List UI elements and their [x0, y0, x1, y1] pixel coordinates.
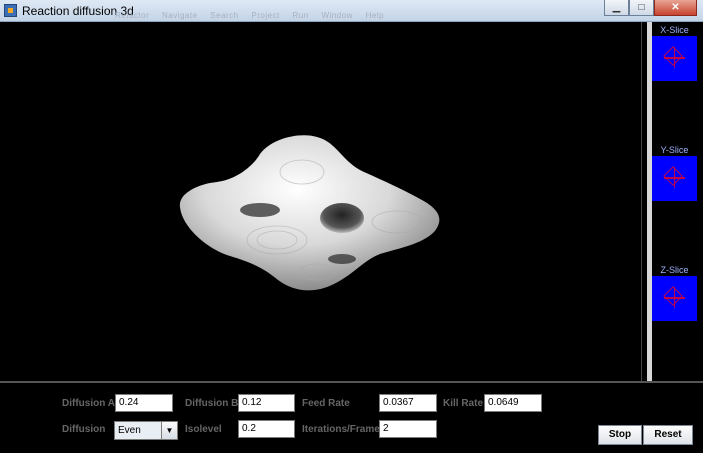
slice-marker-icon: [663, 286, 683, 306]
z-slice-label: Z-Slice: [660, 265, 689, 275]
diffusion-select[interactable]: Even ▼: [114, 421, 178, 440]
close-button[interactable]: ✕: [654, 0, 697, 16]
chevron-down-icon[interactable]: ▼: [161, 422, 177, 439]
diffusion-b-field[interactable]: 0.12: [238, 394, 295, 412]
x-slice-label: X-Slice: [660, 25, 689, 35]
surface-hole: [328, 254, 356, 264]
iterations-label: Iterations/Frame: [302, 424, 380, 435]
x-slice[interactable]: X-Slice: [652, 24, 697, 81]
isolevel-label: Isolevel: [185, 424, 222, 435]
title-bar: Reaction diffusion 3d Refactor Navigate …: [0, 0, 703, 22]
kill-rate-field[interactable]: 0.0649: [484, 394, 542, 412]
diffusion-label: Diffusion: [62, 424, 106, 435]
y-slice[interactable]: Y-Slice: [652, 144, 697, 201]
faint-menu-item: Project: [251, 11, 280, 20]
faint-menu-bar: Refactor Navigate Search Project Run Win…: [115, 11, 394, 20]
z-slice[interactable]: Z-Slice: [652, 264, 697, 321]
diffusion-select-value: Even: [118, 425, 141, 436]
isosurface-render: [179, 135, 440, 291]
surface-hole: [320, 203, 364, 233]
3d-viewport[interactable]: [2, 22, 639, 381]
faint-menu-item: Navigate: [161, 11, 198, 20]
faint-menu-item: Window: [321, 11, 353, 20]
reset-button[interactable]: Reset: [643, 425, 693, 445]
isolevel-field[interactable]: 0.2: [238, 420, 295, 438]
stop-button[interactable]: Stop: [598, 425, 642, 445]
faint-menu-item: Run: [292, 11, 309, 20]
control-panel: Diffusion A 0.24 Diffusion B 0.12 Feed R…: [0, 381, 703, 453]
minimize-button[interactable]: ▁: [604, 0, 629, 16]
z-slice-view[interactable]: [652, 276, 697, 321]
diffusion-a-label: Diffusion A: [62, 398, 115, 409]
diffusion-a-field[interactable]: 0.24: [115, 394, 173, 412]
y-slice-view[interactable]: [652, 156, 697, 201]
window-controls: ▁ □ ✕: [604, 0, 697, 16]
surface-hole: [240, 203, 280, 217]
slice-marker-icon: [663, 46, 683, 66]
faint-menu-item: Refactor: [115, 11, 150, 20]
app-icon: [4, 4, 17, 17]
feed-rate-field[interactable]: 0.0367: [379, 394, 437, 412]
slice-marker-icon: [663, 166, 683, 186]
faint-menu-item: Search: [210, 11, 239, 20]
faint-menu-item: Help: [365, 11, 385, 20]
maximize-button[interactable]: □: [629, 0, 654, 16]
kill-rate-label: Kill Rate: [443, 398, 484, 409]
isosurface-shape: [179, 135, 440, 291]
diffusion-b-label: Diffusion B: [185, 398, 239, 409]
iterations-field[interactable]: 2: [379, 420, 437, 438]
feed-rate-label: Feed Rate: [302, 398, 350, 409]
y-slice-label: Y-Slice: [660, 145, 689, 155]
x-slice-view[interactable]: [652, 36, 697, 81]
